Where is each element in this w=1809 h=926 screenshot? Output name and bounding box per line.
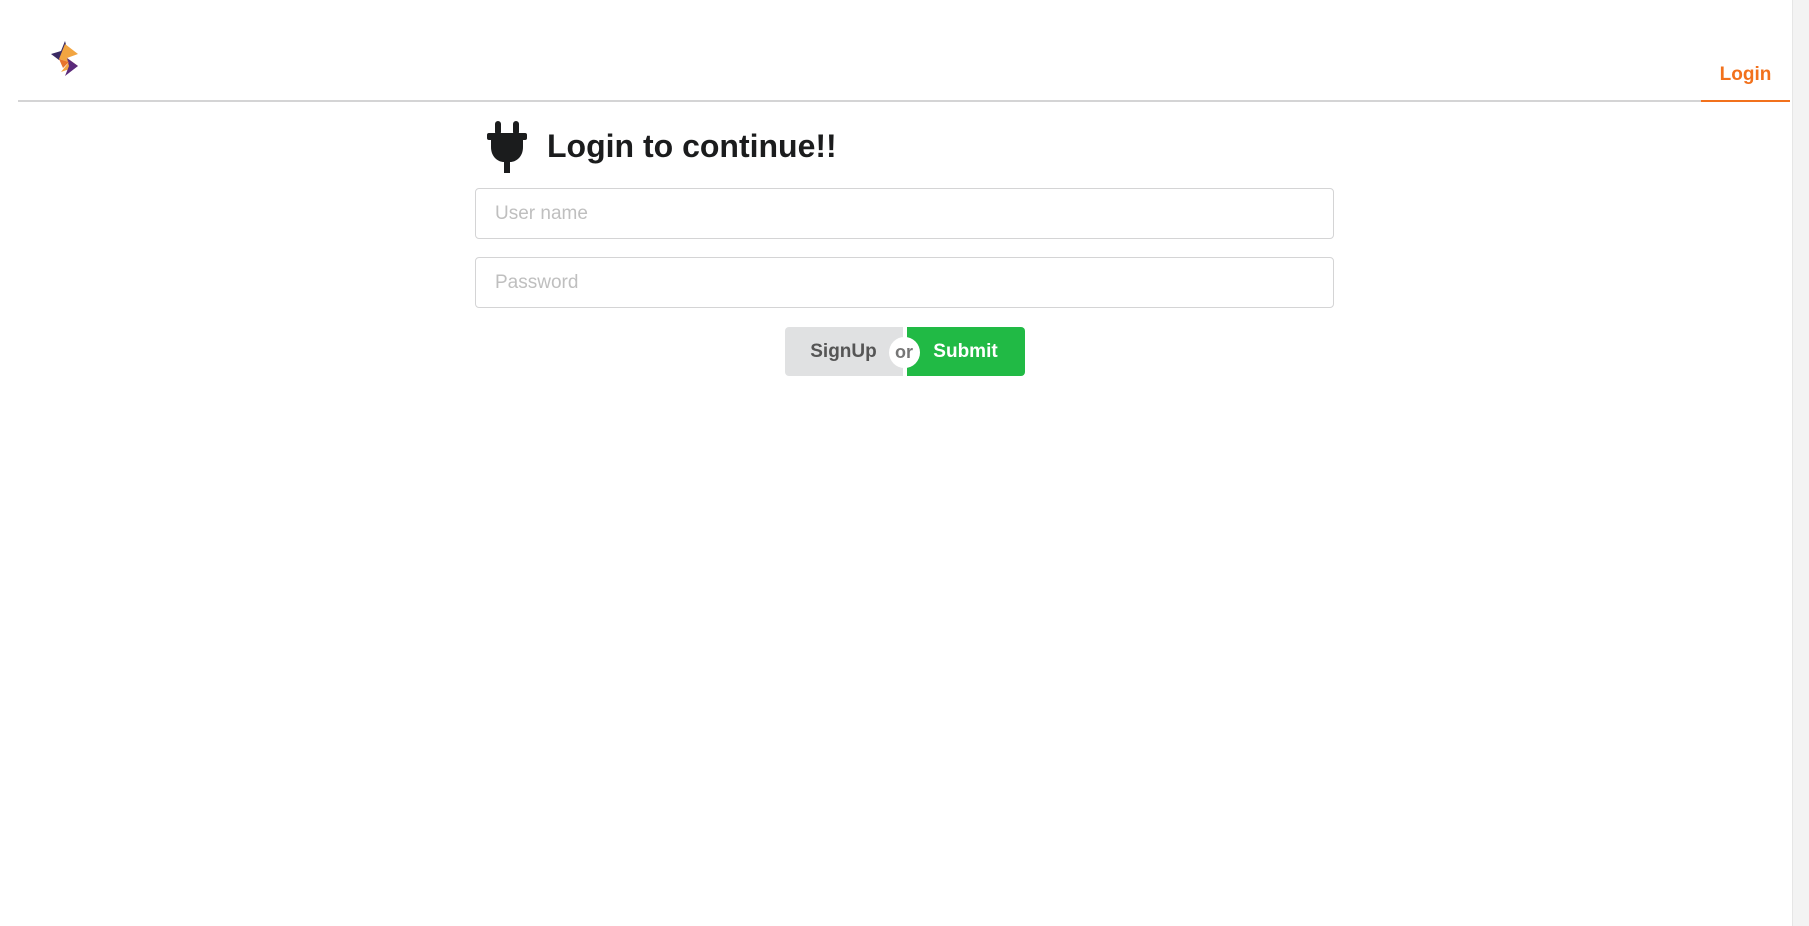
star-lightning-logo-icon[interactable] (45, 38, 85, 78)
username-input[interactable] (475, 188, 1334, 239)
plug-icon (487, 121, 527, 173)
page: Login Login to continue!! SignUp or Subm… (0, 0, 1809, 926)
top-menu: Login (18, 0, 1790, 102)
submit-button[interactable]: Submit (906, 327, 1025, 376)
page-title: Login to continue!! (547, 127, 837, 164)
signup-button[interactable]: SignUp (784, 327, 903, 376)
login-form: Login to continue!! SignUp or Submit (475, 118, 1334, 376)
password-input[interactable] (475, 257, 1334, 308)
nav-login-tab[interactable]: Login (1701, 52, 1790, 102)
form-header: Login to continue!! (475, 118, 1334, 174)
vertical-scrollbar[interactable] (1792, 0, 1809, 926)
or-divider: or (888, 337, 920, 368)
button-group: SignUp or Submit (784, 327, 1025, 376)
